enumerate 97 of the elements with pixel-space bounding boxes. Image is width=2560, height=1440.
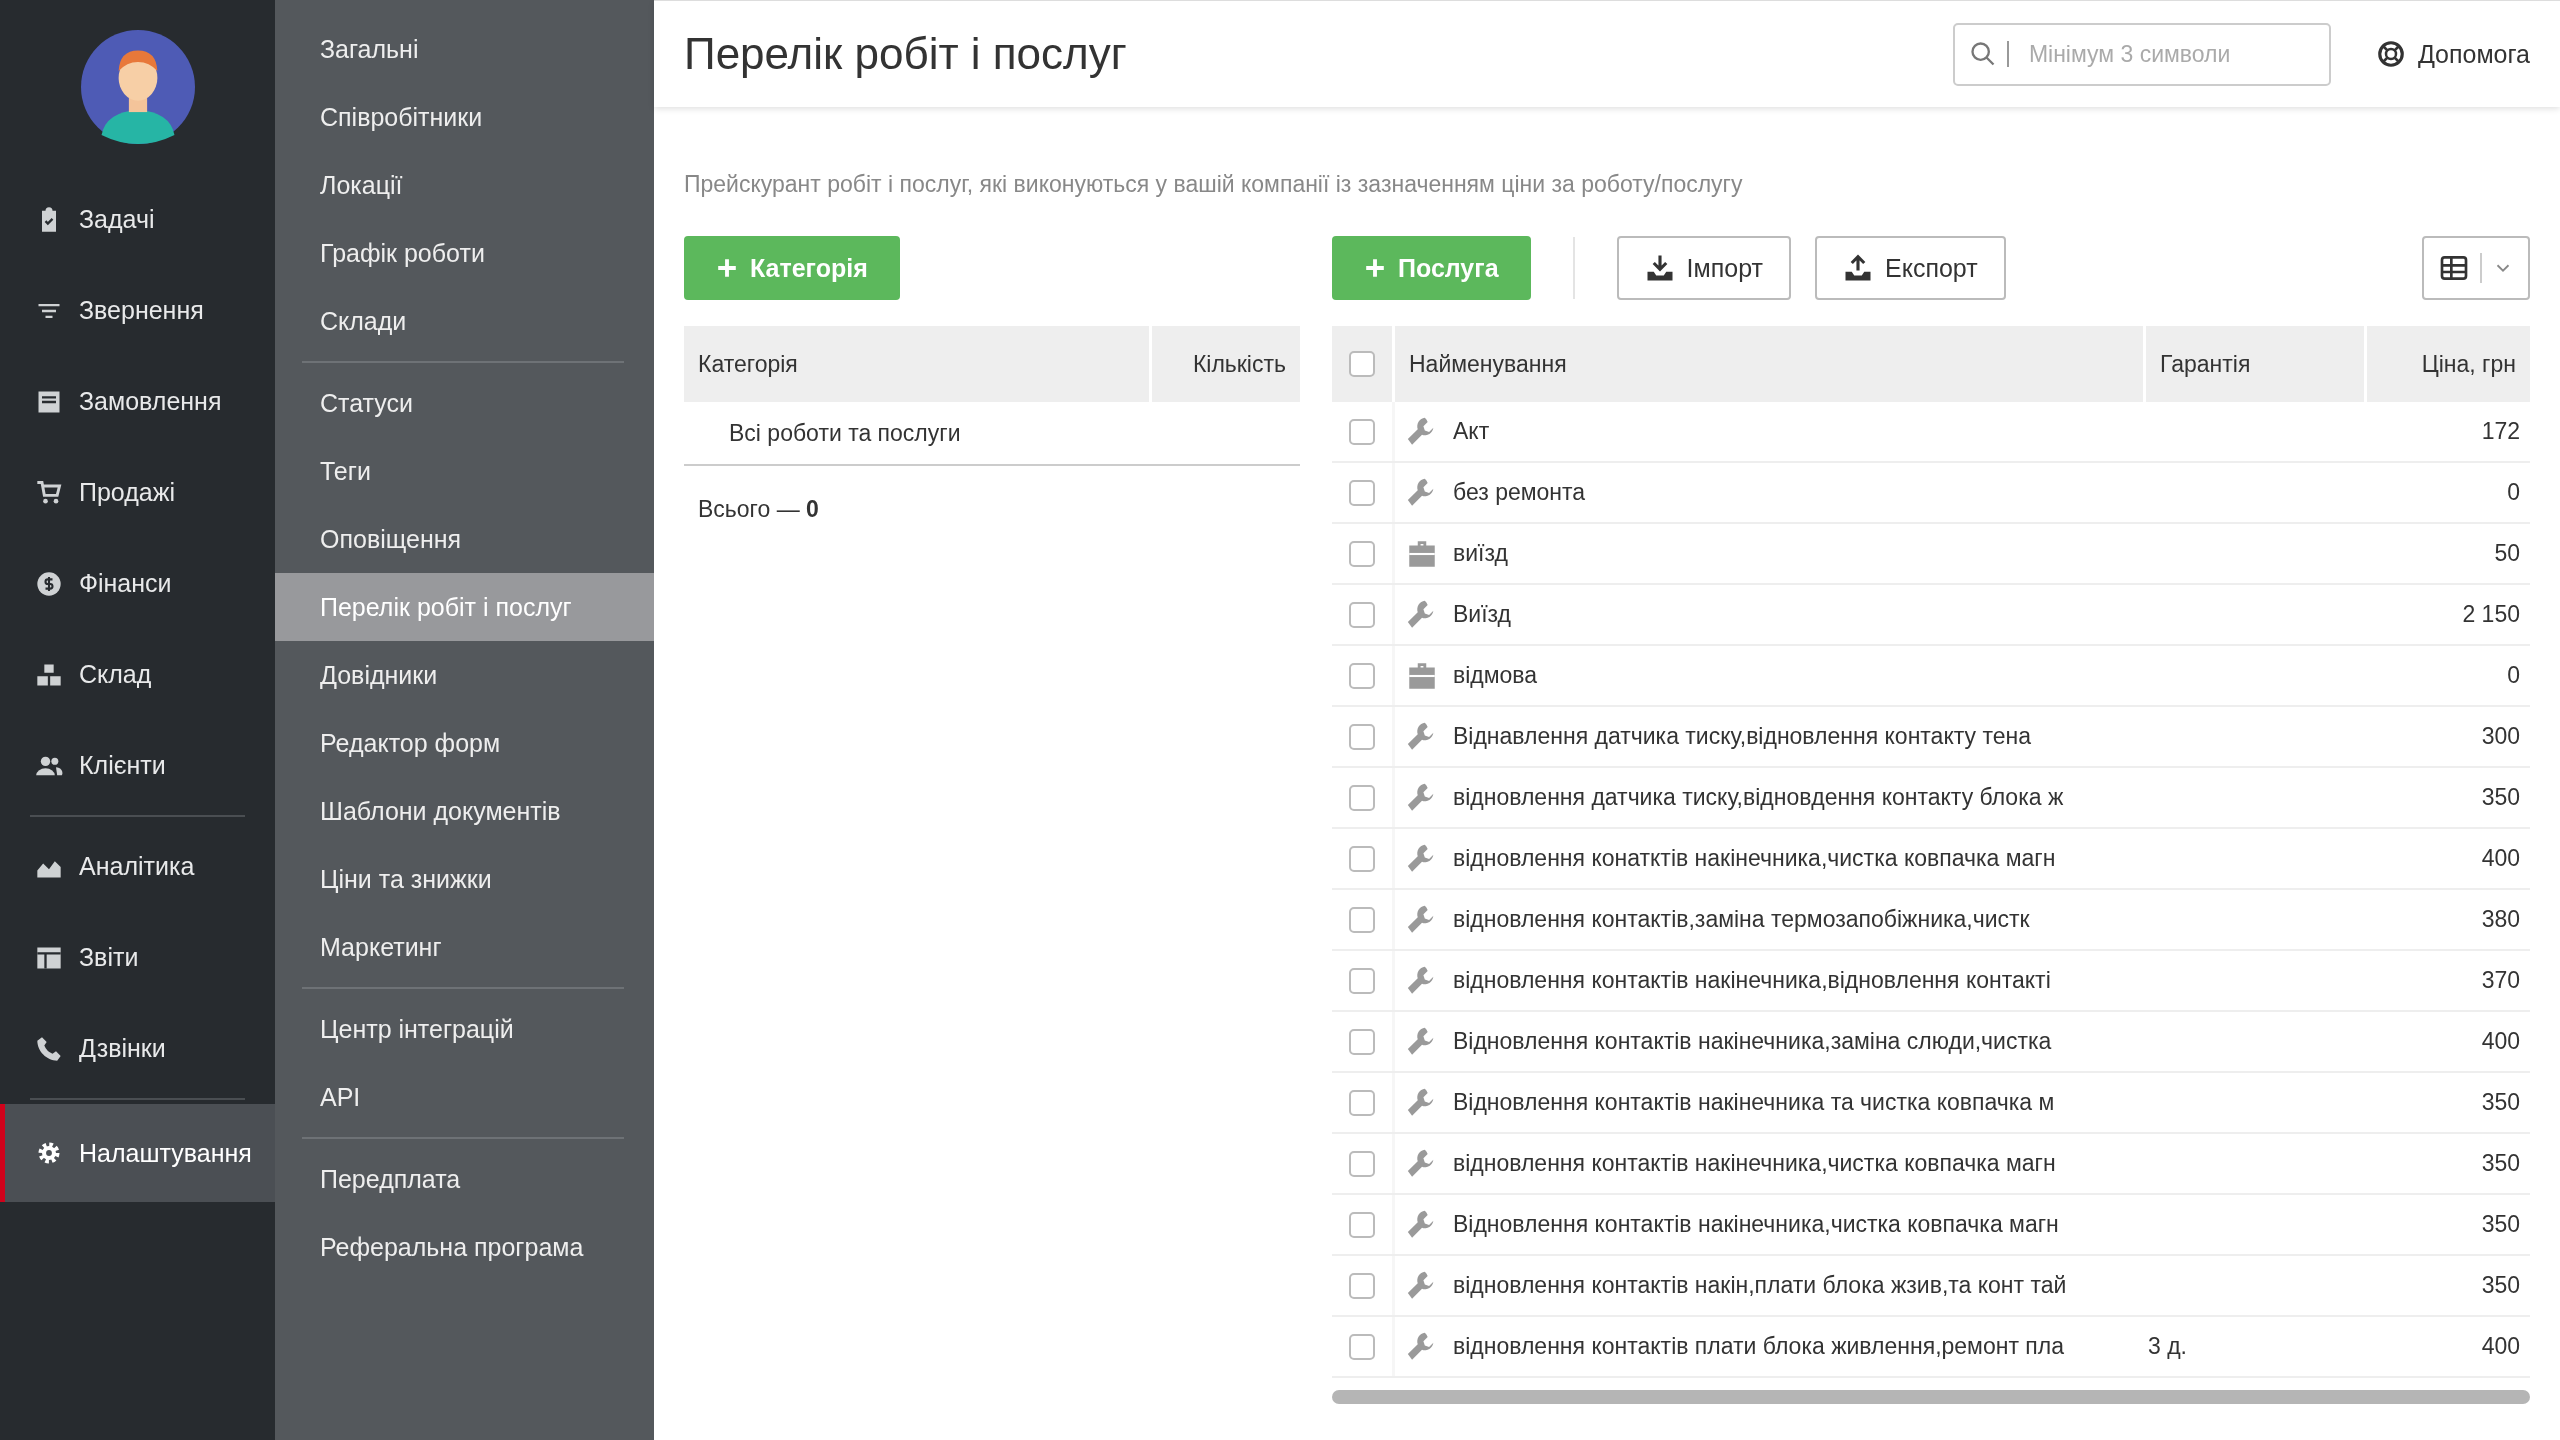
settings-menu-item[interactable]: Центр інтеграцій (275, 995, 654, 1063)
row-checkbox[interactable] (1349, 723, 1375, 750)
upload-icon (1843, 253, 1873, 283)
price-value: 370 (2481, 967, 2520, 994)
service-name: відновлення контактів накінечника,відновлення контакті (1453, 967, 2051, 994)
service-name: Віднавлення датчика тиску,відновлення контакту тена (1453, 723, 2031, 750)
settings-menu-item[interactable]: Редактор форм (275, 709, 654, 777)
search-field[interactable]: Мінімум 3 символи (1952, 22, 2331, 86)
row-checkbox[interactable] (1349, 906, 1375, 933)
row-checkbox[interactable] (1349, 418, 1375, 445)
price-value: 350 (2481, 1089, 2520, 1116)
settings-menu-item[interactable]: Співробітники (275, 83, 654, 151)
search-icon (1968, 39, 1997, 68)
service-name: відновлення контактів накінечника,чистка ковпачка магн (1453, 1150, 2056, 1177)
service-name: відмова (1453, 662, 1538, 689)
row-checkbox[interactable] (1349, 1211, 1375, 1238)
price-value: 380 (2481, 906, 2520, 933)
page-title: Перелік робіт і послуг (684, 29, 1128, 79)
service-name: Акт (1453, 418, 1490, 445)
service-name: виїзд (1453, 540, 1508, 567)
lifebuoy-icon (2375, 39, 2406, 69)
settings-menu-item[interactable]: Загальні (275, 15, 654, 83)
row-checkbox[interactable] (1349, 784, 1375, 811)
price-value: 350 (2481, 1272, 2520, 1299)
settings-menu-item[interactable]: Шаблони документів (275, 777, 654, 845)
price-value: 0 (2507, 662, 2520, 689)
price-value: 0 (2507, 479, 2520, 506)
price-value: 350 (2481, 1150, 2520, 1177)
nav-item[interactable]: Задачі (0, 174, 275, 265)
service-name: Виїзд (1453, 601, 1512, 628)
page-description: Прейскурант робіт і послуг, які виконуються у вашій компанії із зазначенням ціни за роботу/послугу (684, 171, 1744, 198)
dollar-icon (35, 569, 63, 598)
price-value: 2 150 (2462, 601, 2520, 628)
nav-item[interactable]: Дзвінки (0, 1003, 275, 1094)
price-value: 350 (2481, 784, 2520, 811)
nav-item[interactable]: Склад (0, 629, 275, 720)
warranty-value: 3 д. (2148, 1333, 2187, 1360)
service-name: Відновлення контактів накінечника та чистка ковпачка м (1453, 1089, 2055, 1116)
settings-menu-item[interactable]: Оповіщення (275, 505, 654, 573)
row-checkbox[interactable] (1349, 540, 1375, 567)
horizontal-scrollbar[interactable] (1332, 1390, 2530, 1404)
settings-menu-item[interactable]: Графік роботи (275, 219, 654, 287)
service-name: Відновлення контактів накінечника,чистка ковпачка магн (1453, 1211, 2059, 1238)
export-button[interactable]: Експорт (1815, 236, 2006, 300)
settings-menu-item[interactable]: Теги (275, 437, 654, 505)
avatar-icon[interactable] (80, 30, 195, 144)
service-name: відновлення датчика тиску,відновдення контакту блока ж (1453, 784, 2064, 811)
help-link[interactable]: Допомога (2375, 39, 2530, 69)
price-value: 50 (2494, 540, 2520, 567)
row-checkbox[interactable] (1349, 601, 1375, 628)
price-value: 400 (2481, 845, 2520, 872)
row-checkbox[interactable] (1349, 1150, 1375, 1177)
row-checkbox[interactable] (1349, 479, 1375, 506)
service-name: відновлення контактів плати блока живлення,ремонт пла (1453, 1333, 2064, 1360)
nav-item[interactable]: Продажі (0, 447, 275, 538)
settings-menu-item[interactable]: Статуси (275, 369, 654, 437)
price-value: 300 (2481, 723, 2520, 750)
settings-menu-item[interactable]: Склади (275, 287, 654, 355)
nav-item[interactable]: Клієнти (0, 720, 275, 811)
nav-item[interactable]: Фінанси (0, 538, 275, 629)
total-count: Всього — 0 (697, 496, 820, 523)
service-name: відновлення контактів накін,плати блока жзив,та конт тай (1453, 1272, 2067, 1299)
plus-icon (716, 257, 738, 279)
settings-menu-item[interactable]: API (275, 1063, 654, 1131)
nav-item[interactable]: Звернення (0, 265, 275, 356)
cart-icon (35, 478, 63, 507)
price-value: 400 (2481, 1028, 2520, 1055)
nav-item[interactable]: Звіти (0, 912, 275, 1003)
view-toggle-button[interactable] (2422, 236, 2530, 300)
select-all-checkbox[interactable] (1349, 351, 1375, 377)
price-value: 172 (2481, 418, 2520, 445)
settings-menu-item[interactable]: Ціни та знижки (275, 845, 654, 913)
import-button[interactable]: Імпорт (1616, 236, 1791, 300)
settings-menu-item[interactable]: Локації (275, 151, 654, 219)
price-value: 400 (2481, 1333, 2520, 1360)
service-name: відновлення контактів,заміна термозапобіжника,чистк (1453, 906, 2030, 933)
settings-menu-item[interactable]: Довідники (275, 641, 654, 709)
help-label: Допомога (2417, 39, 2530, 69)
service-name: без ремонта (1453, 479, 1586, 506)
category-item[interactable]: Всі роботи та послуги (684, 402, 1300, 466)
service-name: відновлення конатктів накінечника,чистка ковпачка магн (1453, 845, 2056, 872)
row-checkbox[interactable] (1349, 662, 1375, 689)
service-name: Відновлення контактів накінечника,заміна слюди,чистка (1453, 1028, 2052, 1055)
plus-icon (1364, 257, 1386, 279)
settings-menu-item[interactable]: Маркетинг (275, 913, 654, 981)
price-value: 350 (2481, 1211, 2520, 1238)
nav-item[interactable]: Замовлення (0, 356, 275, 447)
nav-item[interactable]: Аналітика (0, 821, 275, 912)
row-checkbox[interactable] (1349, 845, 1375, 872)
row-checkbox[interactable] (1349, 967, 1375, 994)
settings-menu-item[interactable]: Передплата (275, 1145, 654, 1213)
row-checkbox[interactable] (1349, 1028, 1375, 1055)
settings-menu-item[interactable]: Реферальна програма (275, 1213, 654, 1281)
row-checkbox[interactable] (1349, 1333, 1375, 1360)
nav-item[interactable]: Налаштування (0, 1104, 275, 1202)
row-checkbox[interactable] (1349, 1272, 1375, 1299)
row-checkbox[interactable] (1349, 1089, 1375, 1116)
